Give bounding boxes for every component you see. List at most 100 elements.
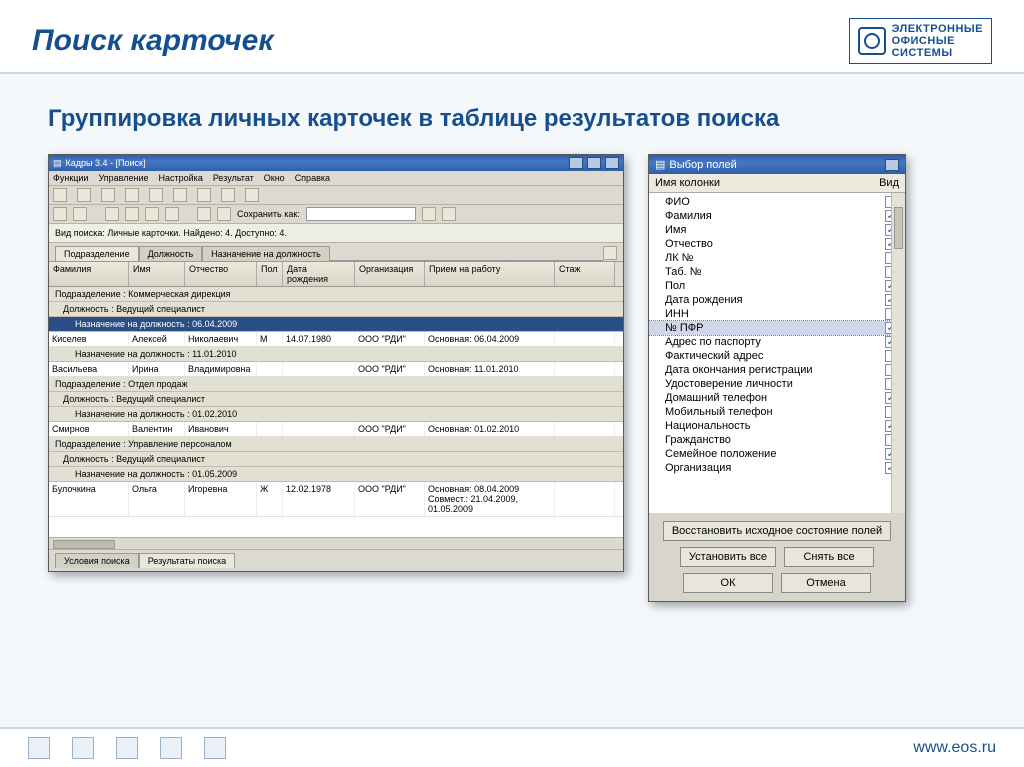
field-item[interactable]: Дата рождения✓ (649, 293, 905, 307)
group-row[interactable]: Должность : Ведущий специалист (49, 392, 623, 407)
column-header[interactable]: Имя (129, 262, 185, 286)
toolbar-button[interactable] (245, 188, 259, 202)
field-item[interactable]: Организация✓ (649, 461, 905, 475)
field-item[interactable]: Пол✓ (649, 279, 905, 293)
group-row[interactable]: Должность : Ведущий специалист (49, 452, 623, 467)
bottom-tab[interactable]: Условия поиска (55, 553, 139, 568)
tab-close-icon[interactable] (603, 246, 617, 260)
menu-item[interactable]: Настройка (159, 173, 203, 183)
toolbar-button[interactable] (422, 207, 436, 221)
field-item[interactable]: ИНН (649, 307, 905, 321)
minimize-button[interactable] (569, 157, 583, 169)
column-header[interactable]: Фамилия (49, 262, 129, 286)
field-item[interactable]: Имя✓ (649, 223, 905, 237)
toolbar-button[interactable] (105, 207, 119, 221)
slide-header: Поиск карточек ЭЛЕКТРОННЫЕ ОФИСНЫЕ СИСТЕ… (0, 0, 1024, 74)
table-row[interactable]: Смирнов Валентин Иванович ООО "РДИ" Осно… (49, 422, 623, 437)
toolbar-button[interactable] (73, 207, 87, 221)
set-all-button[interactable]: Установить все (680, 547, 776, 567)
field-item[interactable]: Гражданство (649, 433, 905, 447)
field-item[interactable]: Домашний телефон✓ (649, 391, 905, 405)
footer-icons (28, 737, 226, 759)
toolbar-button[interactable] (125, 207, 139, 221)
dialog-icon: ▤ (655, 158, 665, 171)
toolbar-button[interactable] (442, 207, 456, 221)
field-item[interactable]: Фактический адрес (649, 349, 905, 363)
group-row[interactable]: Подразделение : Коммерческая дирекция (49, 287, 623, 302)
save-as-input[interactable] (306, 207, 416, 221)
toolbar-button[interactable] (149, 188, 163, 202)
toolbar-button[interactable] (53, 188, 67, 202)
toolbar-button[interactable] (101, 188, 115, 202)
table-row[interactable]: Булочкина Ольга Игоревна Ж 12.02.1978 ОО… (49, 482, 623, 517)
group-row[interactable]: Подразделение : Отдел продаж (49, 377, 623, 392)
toolbar-button[interactable] (197, 207, 211, 221)
group-tab[interactable]: Подразделение (55, 246, 139, 261)
field-item[interactable]: Фамилия✓ (649, 209, 905, 223)
vertical-scrollbar[interactable] (891, 193, 905, 513)
cancel-button[interactable]: Отмена (781, 573, 871, 593)
restore-defaults-button[interactable]: Восстановить исходное состояние полей (663, 521, 891, 541)
field-item[interactable]: Семейное положение✓ (649, 447, 905, 461)
ok-button[interactable]: ОК (683, 573, 773, 593)
group-tabs: Подразделение Должность Назначение на до… (49, 243, 623, 261)
table-row[interactable]: Васильева Ирина Владимировна ООО "РДИ" О… (49, 362, 623, 377)
toolbar-button[interactable] (145, 207, 159, 221)
dialog-close-button[interactable] (885, 159, 899, 171)
column-header[interactable]: Пол (257, 262, 283, 286)
field-item[interactable]: Адрес по паспорту✓ (649, 335, 905, 349)
field-name: Фактический адрес (665, 350, 885, 362)
group-row[interactable]: Назначение на должность : 01.05.2009 (49, 467, 623, 482)
toolbar-button[interactable] (77, 188, 91, 202)
menu-item[interactable]: Управление (98, 173, 148, 183)
toolbar-button[interactable] (53, 207, 67, 221)
column-header[interactable]: Стаж (555, 262, 615, 286)
group-row[interactable]: Назначение на должность : 01.02.2010 (49, 407, 623, 422)
field-item[interactable]: № ПФР✓ (649, 321, 905, 335)
toolbar-button[interactable] (173, 188, 187, 202)
horizontal-scrollbar[interactable] (49, 537, 623, 549)
menu-item[interactable]: Функции (53, 173, 88, 183)
toolbar-1 (49, 186, 623, 205)
bottom-tab[interactable]: Результаты поиска (139, 553, 235, 568)
column-header[interactable]: Прием на работу (425, 262, 555, 286)
menu-item[interactable]: Результат (213, 173, 254, 183)
toolbar-button[interactable] (165, 207, 179, 221)
brand-logo: ЭЛЕКТРОННЫЕ ОФИСНЫЕ СИСТЕМЫ (849, 18, 992, 64)
dialog-columns-header: Имя колонки Вид (649, 174, 905, 193)
group-tab[interactable]: Назначение на должность (202, 246, 330, 261)
column-header[interactable]: Дата рождения (283, 262, 355, 286)
footer-icon (72, 737, 94, 759)
field-item[interactable]: Таб. № (649, 265, 905, 279)
column-visible-header[interactable]: Вид (879, 177, 899, 189)
toolbar-button[interactable] (221, 188, 235, 202)
field-item[interactable]: ЛК № (649, 251, 905, 265)
group-row[interactable]: Назначение на должность : 11.01.2010 (49, 347, 623, 362)
column-header[interactable]: Отчество (185, 262, 257, 286)
field-item[interactable]: Отчество✓ (649, 237, 905, 251)
column-header[interactable]: Организация (355, 262, 425, 286)
toolbar-button[interactable] (197, 188, 211, 202)
column-name-header[interactable]: Имя колонки (655, 177, 720, 189)
app-titlebar[interactable]: ▤ Кадры 3.4 - [Поиск] (49, 155, 623, 171)
close-button[interactable] (605, 157, 619, 169)
field-item[interactable]: Мобильный телефон (649, 405, 905, 419)
group-tab[interactable]: Должность (139, 246, 203, 261)
slide-footer: www.eos.ru (0, 727, 1024, 767)
field-item[interactable]: Национальность✓ (649, 419, 905, 433)
clear-all-button[interactable]: Снять все (784, 547, 874, 567)
app-icon: ▤ (53, 158, 62, 169)
toolbar-button[interactable] (125, 188, 139, 202)
menu-item[interactable]: Справка (295, 173, 330, 183)
table-row[interactable]: Киселев Алексей Николаевич М 14.07.1980 … (49, 332, 623, 347)
group-row[interactable]: Должность : Ведущий специалист (49, 302, 623, 317)
toolbar-button[interactable] (217, 207, 231, 221)
field-item[interactable]: Удостоверение личности (649, 377, 905, 391)
menu-item[interactable]: Окно (264, 173, 285, 183)
group-row-selected[interactable]: Назначение на должность : 06.04.2009 (49, 317, 623, 332)
field-item[interactable]: ФИО (649, 195, 905, 209)
maximize-button[interactable] (587, 157, 601, 169)
group-row[interactable]: Подразделение : Управление персоналом (49, 437, 623, 452)
dialog-titlebar[interactable]: ▤ Выбор полей (649, 155, 905, 174)
field-item[interactable]: Дата окончания регистрации (649, 363, 905, 377)
